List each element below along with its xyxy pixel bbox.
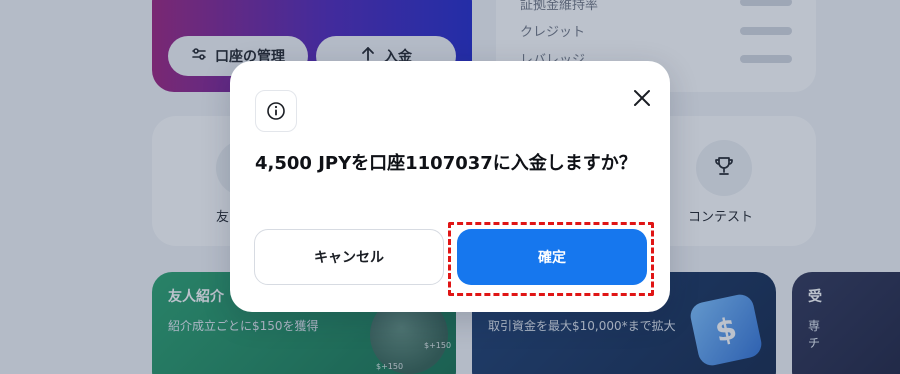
cancel-button[interactable]: キャンセル — [254, 229, 444, 285]
deposit-confirm-dialog: 4,500 JPYを口座1107037に入金しますか？ キャンセル 確定 — [230, 61, 670, 312]
dialog-title: 4,500 JPYを口座1107037に入金しますか？ — [255, 153, 637, 174]
confirm-button[interactable]: 確定 — [457, 229, 647, 285]
info-icon — [255, 90, 297, 132]
close-icon[interactable] — [630, 86, 654, 110]
